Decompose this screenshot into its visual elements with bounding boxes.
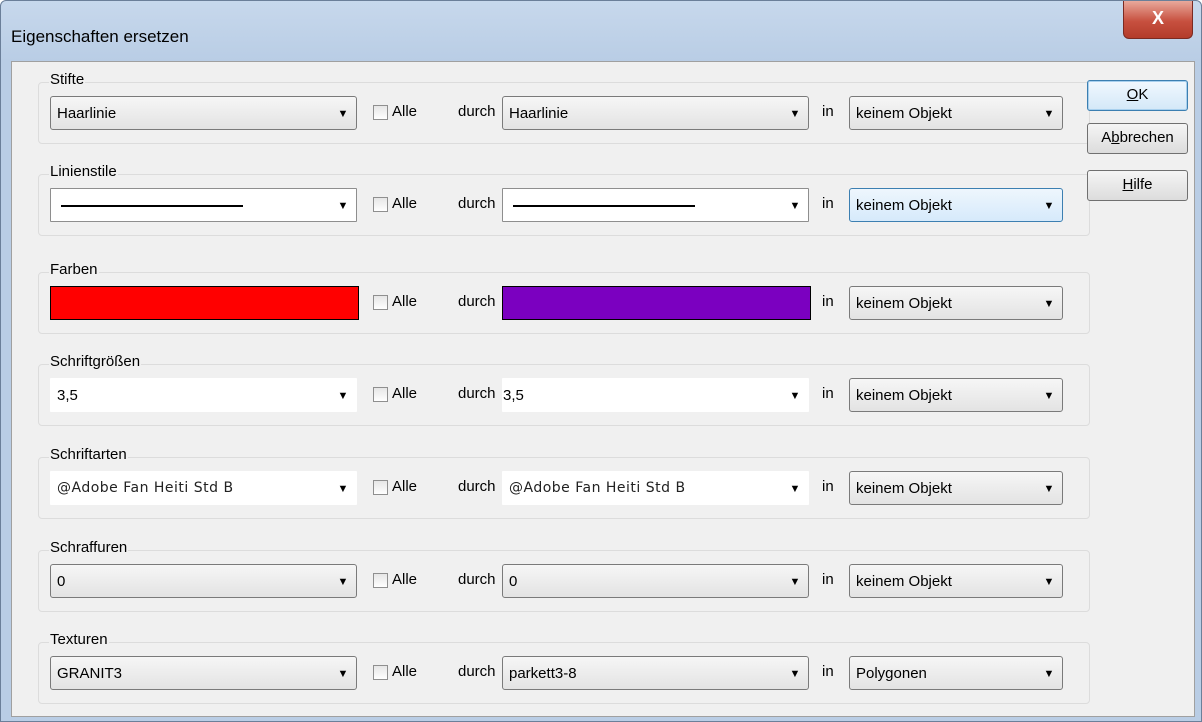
chevron-down-icon: ▼ [1043,576,1055,588]
alle-label: Alle [392,195,418,212]
schriftgroessen-alle-checkbox[interactable] [373,387,388,402]
stifte-target-select[interactable]: Haarlinie ▼ [502,96,809,130]
chevron-down-icon: ▼ [337,483,349,495]
in-label: in [822,103,834,120]
stifte-source-select[interactable]: Haarlinie ▼ [50,96,357,130]
chevron-down-icon: ▼ [789,390,801,402]
texturen-source-select[interactable]: GRANIT3 ▼ [50,656,357,690]
group-schriftarten: Schriftarten @Adobe Fan Heiti Std B ▼ Al… [38,446,1090,519]
dialog-window: Eigenschaften ersetzen X Stifte Haarlini… [0,0,1202,722]
solid-line-icon [513,205,695,207]
farben-scope-select[interactable]: keinem Objekt ▼ [849,286,1063,320]
chevron-down-icon: ▼ [789,108,801,120]
close-icon: X [1151,8,1164,28]
in-label: in [822,478,834,495]
schriftgroessen-target-select[interactable]: 3,5 ▼ [502,378,809,412]
schraffuren-target-select[interactable]: 0 ▼ [502,564,809,598]
group-label: Schriftarten [49,446,128,463]
schriftarten-source-select[interactable]: @Adobe Fan Heiti Std B ▼ [50,471,357,505]
durch-label: durch [458,103,496,120]
schriftarten-target-select[interactable]: @Adobe Fan Heiti Std B ▼ [502,471,809,505]
schriftgroessen-scope-select[interactable]: keinem Objekt ▼ [849,378,1063,412]
cancel-button[interactable]: Abbrechen [1087,123,1188,154]
solid-line-icon [61,205,243,207]
chevron-down-icon: ▼ [337,576,349,588]
durch-label: durch [458,195,496,212]
in-label: in [822,571,834,588]
in-label: in [822,663,834,680]
farben-alle-checkbox[interactable] [373,295,388,310]
alle-label: Alle [392,103,418,120]
group-label: Schriftgrößen [49,353,142,370]
durch-label: durch [458,663,496,680]
durch-label: durch [458,478,496,495]
chevron-down-icon: ▼ [789,576,801,588]
group-label: Linienstile [49,163,118,180]
in-label: in [822,385,834,402]
chevron-down-icon: ▼ [1043,298,1055,310]
ok-button[interactable]: OK [1087,80,1188,111]
close-button[interactable]: X [1123,1,1193,39]
alle-label: Alle [392,478,418,495]
group-schriftgroessen: Schriftgrößen 3,5 ▼ Alle durch 3,5 ▼ in … [38,353,1090,426]
farben-target-color-swatch[interactable] [502,286,811,320]
title-bar[interactable]: Eigenschaften ersetzen X [1,1,1201,61]
texturen-target-select[interactable]: parkett3-8 ▼ [502,656,809,690]
group-farben: Farben Alle durch in keinem Objekt ▼ [38,261,1090,334]
schraffuren-alle-checkbox[interactable] [373,573,388,588]
chevron-down-icon: ▼ [1043,668,1055,680]
schriftarten-alle-checkbox[interactable] [373,480,388,495]
linienstile-alle-checkbox[interactable] [373,197,388,212]
dialog-title: Eigenschaften ersetzen [11,27,189,46]
chevron-down-icon: ▼ [789,483,801,495]
group-stifte: Stifte Haarlinie ▼ Alle durch Haarlinie … [38,71,1090,144]
chevron-down-icon: ▼ [337,668,349,680]
durch-label: durch [458,385,496,402]
group-label: Schraffuren [49,539,129,556]
chevron-down-icon: ▼ [1043,108,1055,120]
stifte-scope-select[interactable]: keinem Objekt ▼ [849,96,1063,130]
linienstile-source-select[interactable]: ▼ [50,188,357,222]
schraffuren-source-select[interactable]: 0 ▼ [50,564,357,598]
durch-label: durch [458,293,496,310]
in-label: in [822,195,834,212]
schraffuren-scope-select[interactable]: keinem Objekt ▼ [849,564,1063,598]
group-label: Stifte [49,71,86,88]
alle-label: Alle [392,385,418,402]
texturen-scope-select[interactable]: Polygonen ▼ [849,656,1063,690]
chevron-down-icon: ▼ [1043,483,1055,495]
help-button[interactable]: Hilfe [1087,170,1188,201]
in-label: in [822,293,834,310]
group-label: Farben [49,261,99,278]
stifte-alle-checkbox[interactable] [373,105,388,120]
farben-source-color-swatch[interactable] [50,286,359,320]
group-label: Texturen [49,631,109,648]
chevron-down-icon: ▼ [1043,390,1055,402]
durch-label: durch [458,571,496,588]
chevron-down-icon: ▼ [1043,200,1055,212]
alle-label: Alle [392,663,418,680]
group-linienstile: Linienstile ▼ Alle durch ▼ in keinem Obj… [38,163,1090,236]
group-schraffuren: Schraffuren 0 ▼ Alle durch 0 ▼ in keinem… [38,539,1090,612]
linienstile-target-select[interactable]: ▼ [502,188,809,222]
schriftarten-scope-select[interactable]: keinem Objekt ▼ [849,471,1063,505]
chevron-down-icon: ▼ [789,668,801,680]
alle-label: Alle [392,571,418,588]
group-texturen: Texturen GRANIT3 ▼ Alle durch parkett3-8… [38,631,1090,704]
dialog-body: Stifte Haarlinie ▼ Alle durch Haarlinie … [11,61,1195,717]
chevron-down-icon: ▼ [337,200,349,212]
texturen-alle-checkbox[interactable] [373,665,388,680]
schriftgroessen-source-select[interactable]: 3,5 ▼ [50,378,357,412]
alle-label: Alle [392,293,418,310]
linienstile-scope-select[interactable]: keinem Objekt ▼ [849,188,1063,222]
chevron-down-icon: ▼ [337,108,349,120]
chevron-down-icon: ▼ [789,200,801,212]
chevron-down-icon: ▼ [337,390,349,402]
